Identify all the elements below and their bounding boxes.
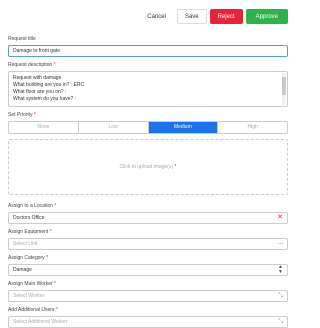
equipment-input[interactable]: Select Unit... (8, 238, 288, 250)
description-line: What system do you have? : (13, 96, 77, 102)
description-line: What building are you in? : ERC (13, 82, 85, 88)
image-upload-dropzone[interactable]: Click to upload image(s) * (8, 139, 288, 195)
additional-users-label: Add Additional Users * (8, 307, 58, 313)
description-line: What floor are you on? : (13, 89, 67, 95)
reject-button[interactable]: Reject (209, 9, 243, 24)
location-value: Doctors Office (13, 215, 45, 221)
category-label: Assign Category * (8, 255, 49, 261)
required-mark: * (174, 164, 177, 170)
approve-button[interactable]: Approve (245, 9, 288, 24)
priority-option-high[interactable]: High (218, 122, 287, 133)
equipment-placeholder: Select Unit (13, 241, 38, 247)
resize-handle-icon: ⤡ (278, 319, 283, 325)
priority-label: Set Priority * (8, 112, 36, 118)
priority-option-medium[interactable]: Medium (148, 122, 219, 133)
priority-option-none[interactable]: None (9, 122, 79, 133)
main-worker-label: Assign Main Worker * (8, 281, 56, 287)
required-mark: * (54, 203, 57, 209)
scrollbar-thumb[interactable] (282, 77, 286, 95)
save-button[interactable]: Save (176, 9, 207, 24)
priority-option-low[interactable]: Low (79, 122, 149, 133)
required-mark: * (33, 112, 36, 118)
equipment-label: Assign Equipment * (8, 229, 52, 235)
select-arrows-icon: ▲ ▼ (278, 264, 283, 275)
category-select[interactable]: Damage ▲ ▼ (8, 264, 288, 276)
required-mark: * (54, 281, 56, 287)
location-input[interactable]: Doctors Office ✕ (8, 212, 288, 224)
description-line: Request with damage (13, 75, 62, 81)
required-mark: * (55, 307, 58, 313)
request-form: Request title Damage to front gate Reque… (8, 36, 288, 328)
additional-users-placeholder: Select Additional Worker (13, 319, 68, 325)
priority-selector: None Low Medium High (8, 121, 288, 134)
request-title-input[interactable]: Damage to front gate (8, 45, 288, 57)
additional-users-input[interactable]: Select Additional Worker ⤡ (8, 316, 288, 328)
required-mark: * (53, 62, 56, 68)
upload-text: Click to upload image(s) (119, 164, 174, 170)
required-mark: * (46, 255, 49, 261)
cancel-button[interactable]: Cancel (139, 9, 174, 24)
category-value: Damage (13, 267, 32, 273)
location-label: Assign to a Location * (8, 203, 57, 209)
action-toolbar: Cancel Save Reject Approve (139, 9, 288, 24)
required-mark: * (49, 229, 52, 235)
request-description-textarea[interactable]: Request with damage What building are yo… (8, 71, 288, 107)
main-worker-input[interactable]: Select Worker ⤡ (8, 290, 288, 302)
clear-icon[interactable]: ✕ (277, 213, 283, 223)
request-description-label: Request description * (8, 62, 56, 68)
main-worker-placeholder: Select Worker (13, 293, 45, 299)
ellipsis-icon[interactable]: ... (278, 238, 283, 248)
description-scrollbar[interactable] (282, 73, 286, 105)
request-title-label: Request title (8, 36, 36, 42)
request-title-value: Damage to front gate (13, 48, 60, 54)
